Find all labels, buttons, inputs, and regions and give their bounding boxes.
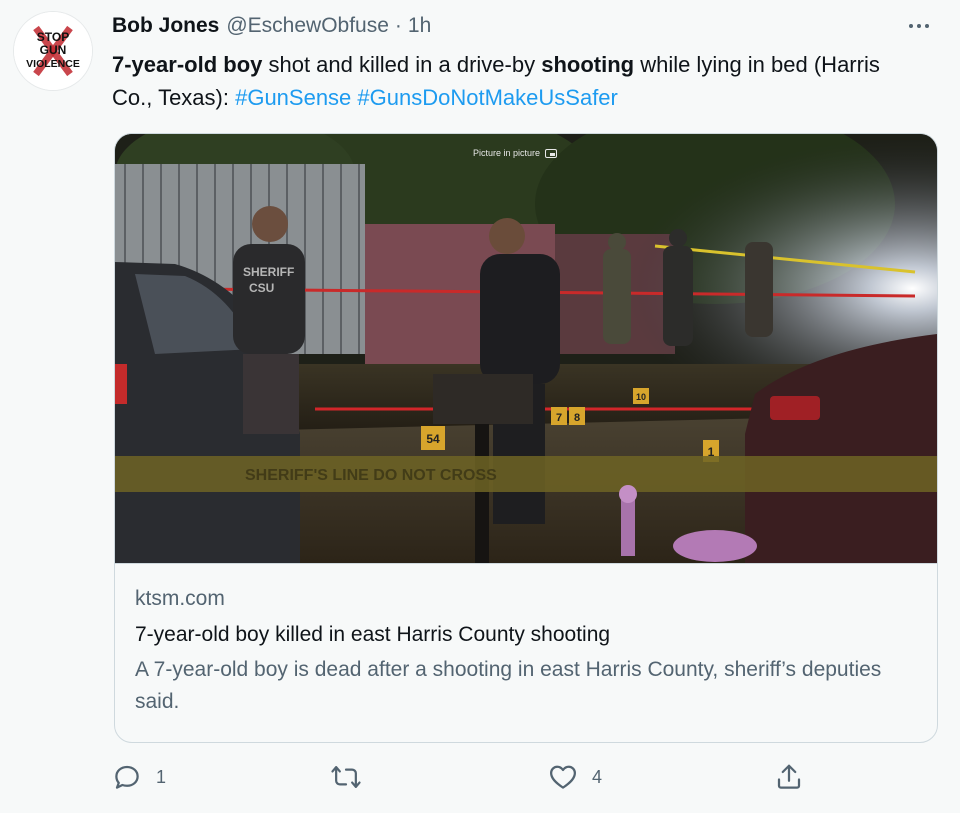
- retweet-icon: [331, 766, 361, 788]
- card-description: A 7-year-old boy is dead after a shootin…: [135, 658, 882, 713]
- like-count: 4: [592, 766, 603, 787]
- share-button[interactable]: [774, 762, 804, 792]
- like-button[interactable]: 4: [548, 762, 602, 792]
- photo-marker-54: 54: [426, 432, 440, 446]
- tweet-text: 7-year-old boy shot and killed in a driv…: [112, 48, 912, 114]
- text-part-2: shot and killed in a drive-by: [262, 52, 542, 77]
- user-handle[interactable]: @EschewObfuse: [226, 14, 389, 38]
- picture-in-picture-label: Picture in picture: [473, 148, 558, 158]
- card-domain: ktsm.com: [135, 587, 225, 610]
- photo-marker-10: 10: [636, 392, 646, 402]
- card-info[interactable]: ktsm.com 7-year-old boy killed in east H…: [115, 563, 937, 718]
- hashtag-gunsdonotmakeussafer[interactable]: #GunsDoNotMakeUsSafer: [357, 85, 617, 110]
- retweet-button[interactable]: [330, 762, 362, 792]
- picture-in-picture-icon: [545, 148, 558, 158]
- action-bar: 1 4: [112, 762, 812, 794]
- avatar-line-1: STOP: [37, 30, 69, 44]
- text-bold-1: 7-year-old boy: [112, 52, 263, 77]
- reply-button[interactable]: 1: [112, 762, 166, 792]
- display-name[interactable]: Bob Jones: [112, 14, 219, 38]
- svg-text:SHERIFF'S LINE DO NOT CROSS: SHERIFF'S LINE DO NOT CROSS: [245, 467, 497, 484]
- tweet-header: Bob Jones @EschewObfuse · 1h: [112, 14, 431, 42]
- separator-dot: ·: [394, 14, 402, 37]
- timestamp[interactable]: 1h: [408, 14, 431, 38]
- avatar-line-3: VIOLENCE: [26, 58, 80, 70]
- hashtag-gunsense[interactable]: #GunSense: [235, 85, 351, 110]
- reply-count: 1: [156, 766, 167, 787]
- avatar[interactable]: STOP GUN VIOLENCE: [14, 12, 92, 90]
- svg-text:SHERIFF: SHERIFF: [243, 265, 294, 279]
- like-icon: [550, 765, 576, 789]
- svg-text:CSU: CSU: [249, 281, 274, 295]
- share-icon: [777, 764, 801, 789]
- more-options-icon[interactable]: [904, 14, 934, 38]
- photo-marker-7: 7: [556, 412, 562, 424]
- card-title: 7-year-old boy killed in east Harris Cou…: [135, 623, 611, 646]
- reply-icon: [115, 765, 139, 789]
- link-card[interactable]: SHERIFF CSU 54 7 8 10 1 SHERIFF'S LINE D…: [114, 133, 938, 743]
- photo-marker-8: 8: [574, 412, 580, 424]
- avatar-line-2: GUN: [40, 43, 67, 57]
- card-image[interactable]: SHERIFF CSU 54 7 8 10 1 SHERIFF'S LINE D…: [115, 134, 937, 563]
- tweet[interactable]: STOP GUN VIOLENCE Bob Jones @EschewObfus…: [0, 0, 960, 813]
- text-bold-2: shooting: [541, 52, 635, 77]
